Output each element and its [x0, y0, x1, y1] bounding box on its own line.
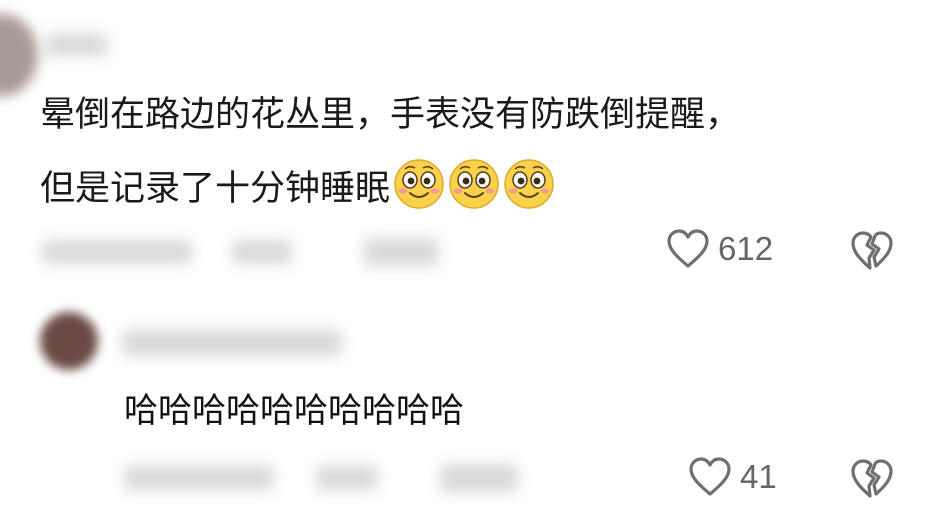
comment-line-1: 晕倒在路边的花丛里，手表没有防跌倒提醒，: [40, 95, 741, 135]
reply-button-obscured[interactable]: [440, 464, 518, 492]
like-button[interactable]: 612: [666, 228, 773, 270]
like-button[interactable]: 41: [688, 456, 777, 498]
smiley-face-icon: [394, 159, 444, 209]
dislike-button[interactable]: [850, 230, 894, 276]
comment-location-obscured: [316, 466, 378, 490]
comment-text-line-2: 但是记录了十分钟睡眠: [40, 158, 555, 218]
smiley-face-icon: [504, 159, 554, 209]
smiley-face-icon: [449, 159, 499, 209]
username-obscured[interactable]: [122, 330, 342, 356]
avatar[interactable]: [40, 312, 98, 370]
heart-icon: [689, 457, 731, 496]
reply-button-obscured[interactable]: [364, 238, 438, 266]
comment-meta-obscured: [124, 466, 274, 490]
comment-location-obscured: [232, 240, 292, 264]
username-obscured[interactable]: [44, 34, 108, 56]
comment-text: 哈哈哈哈哈哈哈哈哈哈: [124, 391, 464, 431]
comment-meta-obscured: [42, 240, 192, 264]
broken-heart-icon: [851, 231, 893, 270]
like-count: 41: [740, 458, 777, 495]
broken-heart-icon: [851, 459, 893, 498]
like-count: 612: [718, 230, 774, 267]
dislike-button[interactable]: [850, 458, 894, 504]
avatar[interactable]: [0, 14, 38, 96]
heart-icon: [667, 229, 709, 268]
comment-text: 晕倒在路边的花丛里，手表没有防跌倒提醒，: [40, 86, 740, 144]
comment-line-2: 但是记录了十分钟睡眠: [40, 169, 391, 209]
